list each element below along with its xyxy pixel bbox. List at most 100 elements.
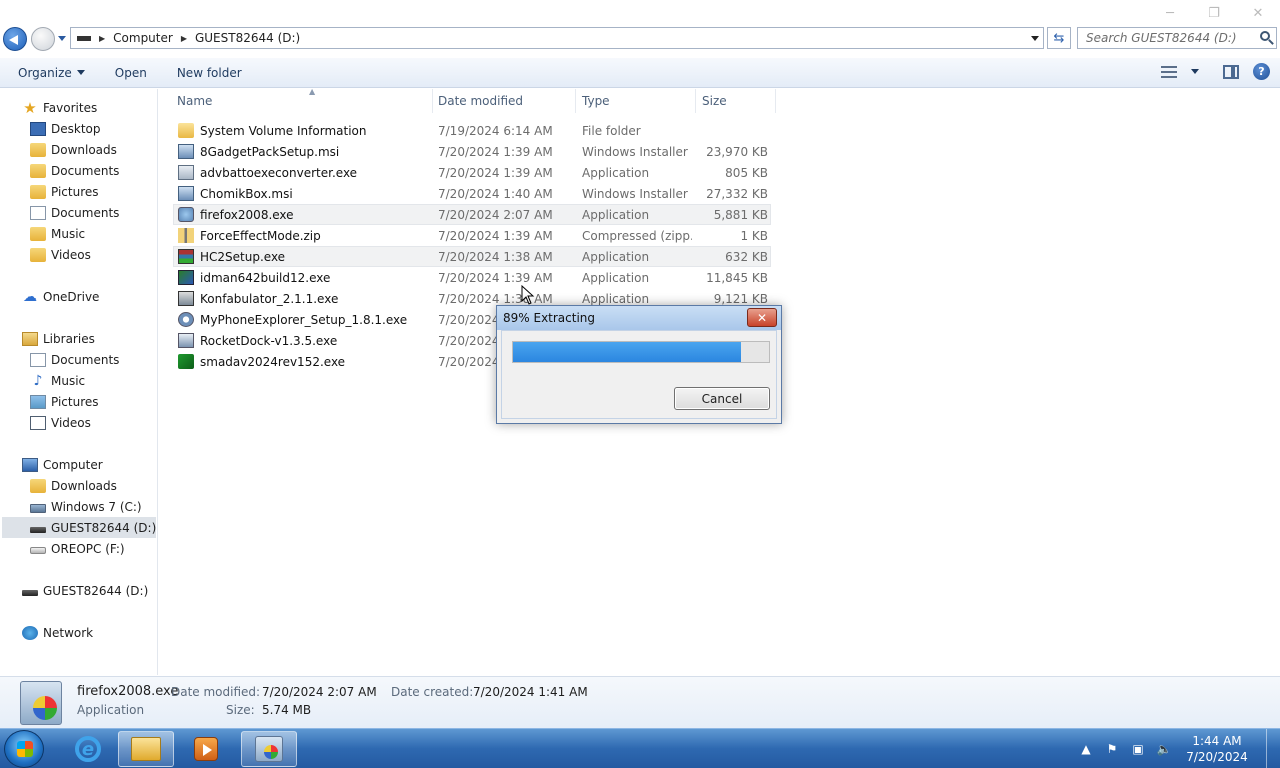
nav-item-videos[interactable]: Videos	[30, 244, 91, 265]
computer-icon	[22, 457, 38, 472]
downloads-folder-icon	[30, 478, 46, 493]
nav-drive-d-root[interactable]: GUEST82644 (D:)	[22, 580, 148, 601]
nav-item-lib-documents[interactable]: Documents	[30, 349, 119, 370]
new-folder-button[interactable]: New folder	[161, 66, 256, 80]
details-filetype: Application	[77, 703, 145, 717]
cancel-button[interactable]: Cancel	[674, 387, 770, 410]
chevron-right-icon[interactable]: ▶	[99, 34, 105, 43]
chevron-right-icon[interactable]: ▶	[181, 34, 187, 43]
nav-network[interactable]: Network	[22, 622, 93, 643]
nav-item-documents[interactable]: Documents	[30, 160, 119, 181]
nav-item-lib-pictures[interactable]: Pictures	[30, 391, 99, 412]
organize-button[interactable]: Organize	[0, 66, 99, 80]
nav-item-drive-c[interactable]: Windows 7 (C:)	[30, 496, 142, 517]
setup-icon	[255, 736, 283, 762]
sort-up-icon: ▲	[309, 87, 316, 96]
file-name: smadav2024rev152.exe	[200, 354, 346, 369]
open-button[interactable]: Open	[99, 66, 161, 80]
breadcrumb: ▶ Computer ▶ GUEST82644 (D:)	[97, 31, 300, 45]
nav-item-comp-downloads[interactable]: Downloads	[30, 475, 117, 496]
nav-label: GUEST82644 (D:)	[51, 520, 157, 535]
nav-item-documents-2[interactable]: Documents	[30, 202, 119, 223]
taskbar-media-player[interactable]	[178, 731, 234, 767]
show-desktop-button[interactable]	[1266, 729, 1280, 768]
show-hidden-icons-icon[interactable]: ▲	[1078, 742, 1094, 756]
start-button[interactable]	[4, 730, 44, 768]
maximize-button[interactable]: ❐	[1192, 0, 1236, 26]
back-button[interactable]	[3, 27, 27, 51]
nav-label: Documents	[51, 352, 120, 367]
file-row-selected[interactable]: firefox2008.exe 7/20/2024 2:07 AM Applic…	[173, 204, 771, 225]
network-drive-icon	[30, 547, 46, 554]
extracting-dialog: 89% Extracting ✕ Cancel	[496, 305, 782, 424]
nav-item-drive-d[interactable]: GUEST82644 (D:)	[2, 517, 156, 538]
nav-label: Computer	[43, 457, 103, 472]
taskbar-setup[interactable]	[241, 731, 297, 767]
refresh-button[interactable]: ⇆	[1047, 27, 1071, 49]
volume-icon[interactable]: 🔈	[1156, 742, 1172, 756]
column-header-size[interactable]: Size	[694, 89, 776, 113]
nav-item-music[interactable]: Music	[30, 223, 85, 244]
file-size: 27,332 KB	[706, 186, 768, 201]
minimize-button[interactable]: ─	[1148, 0, 1192, 26]
view-options-dropdown[interactable]	[1191, 69, 1199, 74]
recent-pages-dropdown[interactable]	[58, 36, 66, 41]
documents-icon	[30, 352, 46, 367]
clock[interactable]: 1:44 AM 7/20/2024	[1182, 733, 1252, 765]
file-row[interactable]: idman642build12.exe 7/20/2024 1:39 AM Ap…	[174, 267, 774, 288]
close-button[interactable]: ✕	[1236, 0, 1280, 26]
file-name: idman642build12.exe	[200, 270, 331, 285]
file-row[interactable]: ChomikBox.msi 7/20/2024 1:40 AM Windows …	[174, 183, 774, 204]
action-center-flag-icon[interactable]: ⚑	[1104, 742, 1120, 756]
nav-item-lib-music[interactable]: ♪ Music	[30, 370, 86, 391]
file-date: 7/19/2024 6:14 AM	[438, 123, 553, 138]
nav-item-downloads[interactable]: Downloads	[30, 139, 117, 160]
dialog-titlebar[interactable]: 89% Extracting ✕	[497, 306, 781, 330]
column-header-date[interactable]: Date modified	[430, 89, 576, 113]
nav-item-desktop[interactable]: Desktop	[30, 118, 101, 139]
details-size: 5.74 MB	[262, 703, 312, 717]
column-header-type[interactable]: Type	[574, 89, 696, 113]
file-row[interactable]: System Volume Information 7/19/2024 6:14…	[174, 120, 774, 141]
search-icon[interactable]	[1260, 31, 1270, 41]
file-row-hovered[interactable]: HC2Setup.exe 7/20/2024 1:38 AM Applicati…	[173, 246, 771, 267]
file-row[interactable]: advbattoexeconverter.exe 7/20/2024 1:39 …	[174, 162, 774, 183]
breadcrumb-computer[interactable]: Computer	[113, 31, 173, 45]
preview-pane-icon[interactable]	[1223, 64, 1239, 79]
forward-button[interactable]	[31, 27, 55, 51]
folder-icon	[178, 123, 194, 138]
progress-bar	[512, 341, 770, 363]
file-name: MyPhoneExplorer_Setup_1.8.1.exe	[200, 312, 408, 327]
column-header-name[interactable]: Name ▲	[169, 87, 433, 113]
change-view-icon[interactable]	[1161, 65, 1177, 78]
nav-label: Network	[43, 625, 94, 640]
file-row[interactable]: ForceEffectMode.zip 7/20/2024 1:39 AM Co…	[174, 225, 774, 246]
file-name: 8GadgetPackSetup.msi	[200, 144, 340, 159]
nav-item-drive-f[interactable]: OREOPC (F:)	[30, 538, 125, 559]
file-type: File folder	[582, 123, 641, 138]
file-row[interactable]: 8GadgetPackSetup.msi 7/20/2024 1:39 AM W…	[174, 141, 774, 162]
address-dropdown-icon[interactable]	[1031, 36, 1039, 41]
address-bar[interactable]: ▶ Computer ▶ GUEST82644 (D:)	[70, 27, 1044, 49]
nav-item-lib-videos[interactable]: Videos	[30, 412, 91, 433]
nav-libraries[interactable]: Libraries	[22, 328, 95, 349]
nav-onedrive[interactable]: ☁ OneDrive	[22, 286, 99, 307]
taskbar-internet-explorer[interactable]: e	[60, 731, 116, 767]
video-icon	[30, 415, 46, 430]
taskbar-windows-explorer[interactable]	[118, 731, 174, 767]
search-input[interactable]: Search GUEST82644 (D:)	[1077, 27, 1277, 49]
file-name: HC2Setup.exe	[200, 249, 286, 264]
nav-label: Desktop	[51, 121, 101, 136]
nav-label: Videos	[51, 247, 91, 262]
nav-computer[interactable]: Computer	[22, 454, 103, 475]
file-name: advbattoexeconverter.exe	[200, 165, 358, 180]
network-icon	[22, 625, 38, 640]
breadcrumb-drive[interactable]: GUEST82644 (D:)	[195, 31, 300, 45]
setup-icon	[178, 207, 194, 222]
nav-item-pictures[interactable]: Pictures	[30, 181, 99, 202]
nav-favorites[interactable]: ★ Favorites	[22, 97, 97, 118]
dialog-close-button[interactable]: ✕	[747, 308, 777, 327]
help-icon[interactable]: ?	[1253, 63, 1270, 80]
navigation-pane: ★ Favorites Desktop Downloads Documents …	[0, 89, 158, 675]
network-icon[interactable]: ▣	[1130, 742, 1146, 756]
